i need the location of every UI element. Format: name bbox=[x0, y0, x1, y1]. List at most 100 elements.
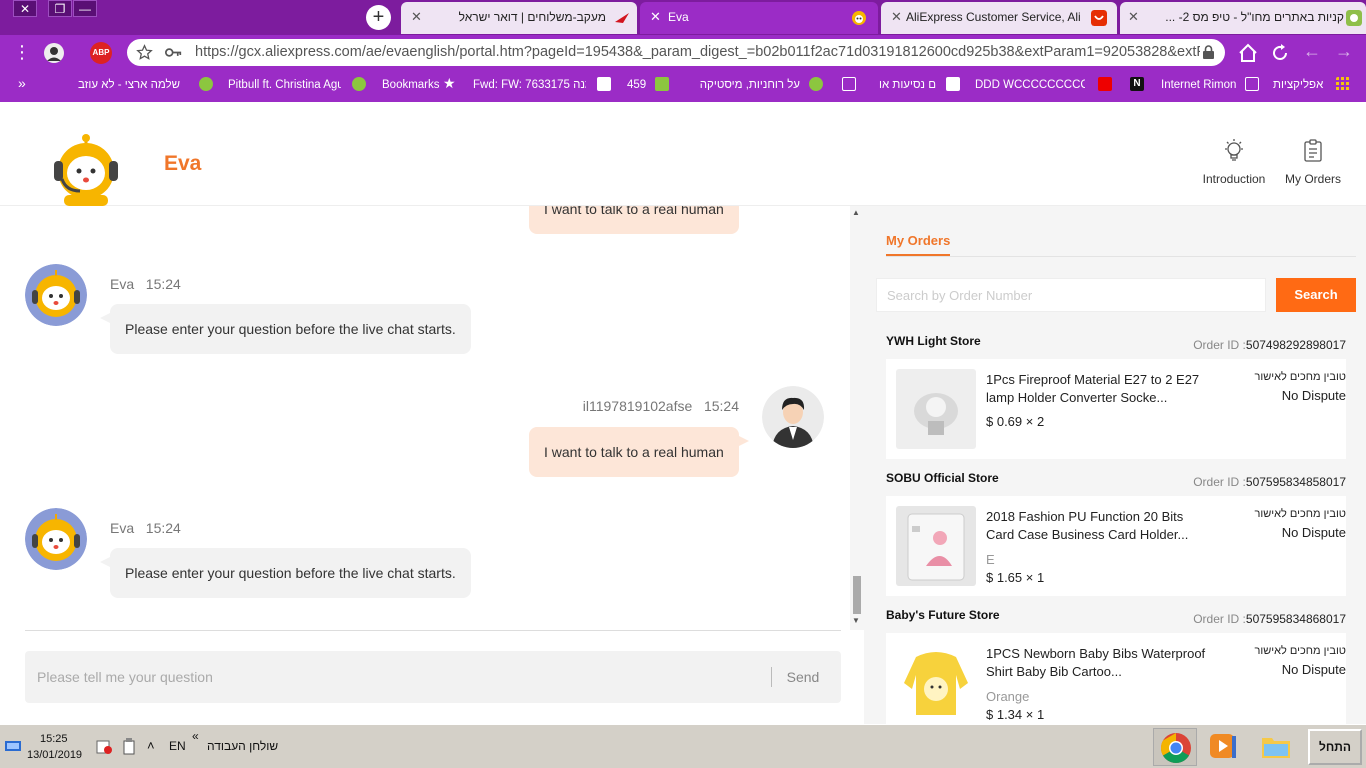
adobe-icon bbox=[1098, 77, 1112, 91]
profile-avatar-icon[interactable] bbox=[43, 42, 65, 64]
window-restore-button[interactable]: ❐ bbox=[48, 0, 72, 17]
netflix-n-icon: N bbox=[1130, 77, 1144, 91]
bookmark-item[interactable]: שלמה ארצי - לא עוזב bbox=[78, 77, 180, 93]
tab-shopping-tips[interactable]: ✕ קניות באתרים מחו"ל - טיפ מס 2- ... bbox=[1120, 2, 1366, 34]
tab-title: AliExpress Customer Service, AliExpress bbox=[906, 10, 1081, 24]
search-button[interactable]: Search bbox=[1276, 278, 1356, 312]
tab-close-icon[interactable]: ✕ bbox=[1128, 2, 1139, 32]
forward-arrow-icon[interactable]: ← bbox=[1301, 41, 1323, 63]
bookmarks-bar: » שלמה ארצי - לא עוזב Pitbull ft. Christ… bbox=[0, 70, 1366, 102]
tab-close-icon[interactable]: ✕ bbox=[650, 2, 661, 32]
bookmark-star-icon[interactable] bbox=[136, 44, 153, 61]
order-id-label: Order ID : bbox=[1193, 475, 1246, 489]
desktop-chevron-icon[interactable]: « bbox=[192, 729, 199, 743]
home-icon[interactable] bbox=[1237, 42, 1259, 64]
media-player-icon[interactable] bbox=[1208, 730, 1238, 762]
order-status: טובין מחכים לאישור bbox=[1254, 645, 1346, 657]
extensions-menu-icon[interactable]: ⋮ bbox=[11, 42, 33, 64]
reload-icon[interactable] bbox=[1269, 42, 1291, 64]
chrome-taskbar-button[interactable] bbox=[1153, 728, 1197, 766]
scroll-down-arrow-icon[interactable]: ▼ bbox=[852, 616, 860, 625]
tab-close-icon[interactable]: ✕ bbox=[411, 2, 422, 32]
eva-robot-logo bbox=[54, 134, 118, 206]
product-name[interactable]: 1Pcs Fireproof Material E27 to 2 E27 lam… bbox=[986, 371, 1208, 407]
bookmark-item[interactable]: 459 bbox=[627, 77, 646, 93]
gmail-icon bbox=[597, 77, 611, 91]
clock-date[interactable]: 13/01/2019 bbox=[27, 749, 82, 761]
start-label: התחל bbox=[1319, 740, 1351, 754]
product-price: $ 0.69 × 2 bbox=[986, 414, 1045, 429]
dispute-status: No Dispute bbox=[1281, 662, 1346, 677]
product-price: $ 1.65 × 1 bbox=[986, 570, 1045, 585]
chat-divider bbox=[25, 630, 841, 631]
product-name[interactable]: 2018 Fashion PU Function 20 Bits Card Ca… bbox=[986, 508, 1208, 544]
scroll-up-arrow-icon[interactable]: ▲ bbox=[852, 208, 860, 217]
israel-post-logo-icon bbox=[615, 13, 629, 23]
bookmark-apps[interactable]: אפליקציות bbox=[1273, 77, 1323, 93]
back-arrow-icon[interactable]: → bbox=[1333, 41, 1355, 63]
adblock-icon[interactable]: ABP bbox=[90, 42, 112, 64]
tab-aliexpress-service[interactable]: ✕ AliExpress Customer Service, AliExpres… bbox=[881, 2, 1117, 34]
message-meta: il1197819102afse 15:24 bbox=[583, 398, 739, 414]
sender-name: Eva bbox=[110, 520, 135, 536]
question-input[interactable] bbox=[25, 651, 765, 703]
address-bar[interactable]: https://gcx.aliexpress.com/ae/evaenglish… bbox=[127, 39, 1225, 66]
chrome-icon bbox=[1160, 733, 1191, 764]
chat-scrollbar[interactable]: ▲ ▼ bbox=[850, 206, 864, 630]
tab-close-icon[interactable]: ✕ bbox=[891, 2, 902, 32]
language-indicator[interactable]: EN bbox=[169, 739, 186, 753]
page-icon bbox=[1245, 77, 1259, 91]
order-search-input[interactable] bbox=[876, 278, 1266, 312]
order-id: Order ID :507595834868017 bbox=[1193, 612, 1346, 626]
bookmarks-overflow-button[interactable]: » bbox=[18, 75, 26, 91]
new-tab-button[interactable]: + bbox=[366, 5, 391, 30]
order-status: טובין מחכים לאישור bbox=[1254, 371, 1346, 383]
order-card[interactable]: 1Pcs Fireproof Material E27 to 2 E27 lam… bbox=[886, 359, 1346, 459]
tab-eva[interactable]: ✕ Eva bbox=[640, 2, 878, 34]
file-explorer-icon[interactable] bbox=[1260, 730, 1292, 762]
send-button[interactable]: Send bbox=[772, 651, 834, 703]
apps-grid-icon[interactable] bbox=[1336, 77, 1350, 91]
introduction-label: Introduction bbox=[1202, 172, 1266, 186]
start-button[interactable]: התחל bbox=[1308, 729, 1362, 765]
tray-expand-arrow[interactable]: ˄ bbox=[147, 738, 155, 753]
browser-toolbar: ⋮ ABP https://gcx.aliexpress.com/ae/evae… bbox=[0, 35, 1366, 70]
clock-time[interactable]: 15:25 bbox=[40, 733, 68, 745]
bookmark-item[interactable]: Fwd: FW: 7633175 הזמנה bbox=[473, 77, 586, 93]
bookmark-item[interactable]: על רוחניות, מיסטיקה bbox=[690, 77, 800, 93]
order-id: Order ID :507498292898017 bbox=[1193, 338, 1346, 352]
introduction-link[interactable]: Introduction bbox=[1194, 138, 1274, 186]
lock-icon bbox=[1203, 45, 1214, 59]
star-icon: ★ bbox=[443, 75, 456, 91]
bookmark-item[interactable]: ם נסיעות או bbox=[870, 77, 936, 93]
product-variant: Orange bbox=[986, 689, 1030, 704]
bookmark-item[interactable]: Pitbull ft. Christina Aguil bbox=[228, 77, 341, 93]
order-card[interactable]: 1PCS Newborn Baby Bibs Waterproof Shirt … bbox=[886, 633, 1346, 724]
my-orders-link[interactable]: My Orders bbox=[1273, 138, 1353, 186]
bookmark-item[interactable]: Internet Rimon bbox=[1161, 77, 1236, 93]
scrollbar-thumb[interactable] bbox=[853, 576, 861, 614]
aliexpress-logo-icon bbox=[1091, 10, 1107, 26]
bookmark-folder[interactable]: Bookmarks bbox=[382, 77, 440, 93]
message-time: 15:24 bbox=[703, 398, 739, 414]
key-icon[interactable] bbox=[165, 46, 182, 59]
tab-title: Eva bbox=[668, 10, 689, 24]
window-close-button[interactable]: ✕ bbox=[13, 0, 37, 17]
store-name: Baby's Future Store bbox=[886, 608, 1000, 622]
chat-panel: I want to talk to a real human Eva 15:24… bbox=[0, 206, 864, 724]
network-icon[interactable] bbox=[5, 739, 21, 753]
orders-tab-title[interactable]: My Orders bbox=[886, 233, 951, 256]
dispute-status: No Dispute bbox=[1281, 525, 1346, 540]
tab-israel-post[interactable]: ✕ מעקב-משלוחים | דואר ישראל bbox=[401, 2, 637, 34]
orders-panel: My Orders Search YWH Light Store Order I… bbox=[864, 206, 1366, 724]
window-minimize-button[interactable]: — bbox=[73, 0, 97, 17]
security-alert-icon[interactable] bbox=[96, 739, 113, 755]
bookmark-item[interactable]: DDD WCCCCCCCCCCCC bbox=[975, 77, 1085, 93]
eva-avatar bbox=[25, 508, 87, 570]
product-name[interactable]: 1PCS Newborn Baby Bibs Waterproof Shirt … bbox=[986, 645, 1208, 681]
order-status: טובין מחכים לאישור bbox=[1254, 508, 1346, 520]
order-card[interactable]: 2018 Fashion PU Function 20 Bits Card Ca… bbox=[886, 496, 1346, 596]
desktop-toolbar-label[interactable]: שולחן העבודה bbox=[207, 739, 278, 753]
forum-logo-icon bbox=[1346, 10, 1362, 26]
usb-drive-icon[interactable] bbox=[123, 738, 135, 755]
